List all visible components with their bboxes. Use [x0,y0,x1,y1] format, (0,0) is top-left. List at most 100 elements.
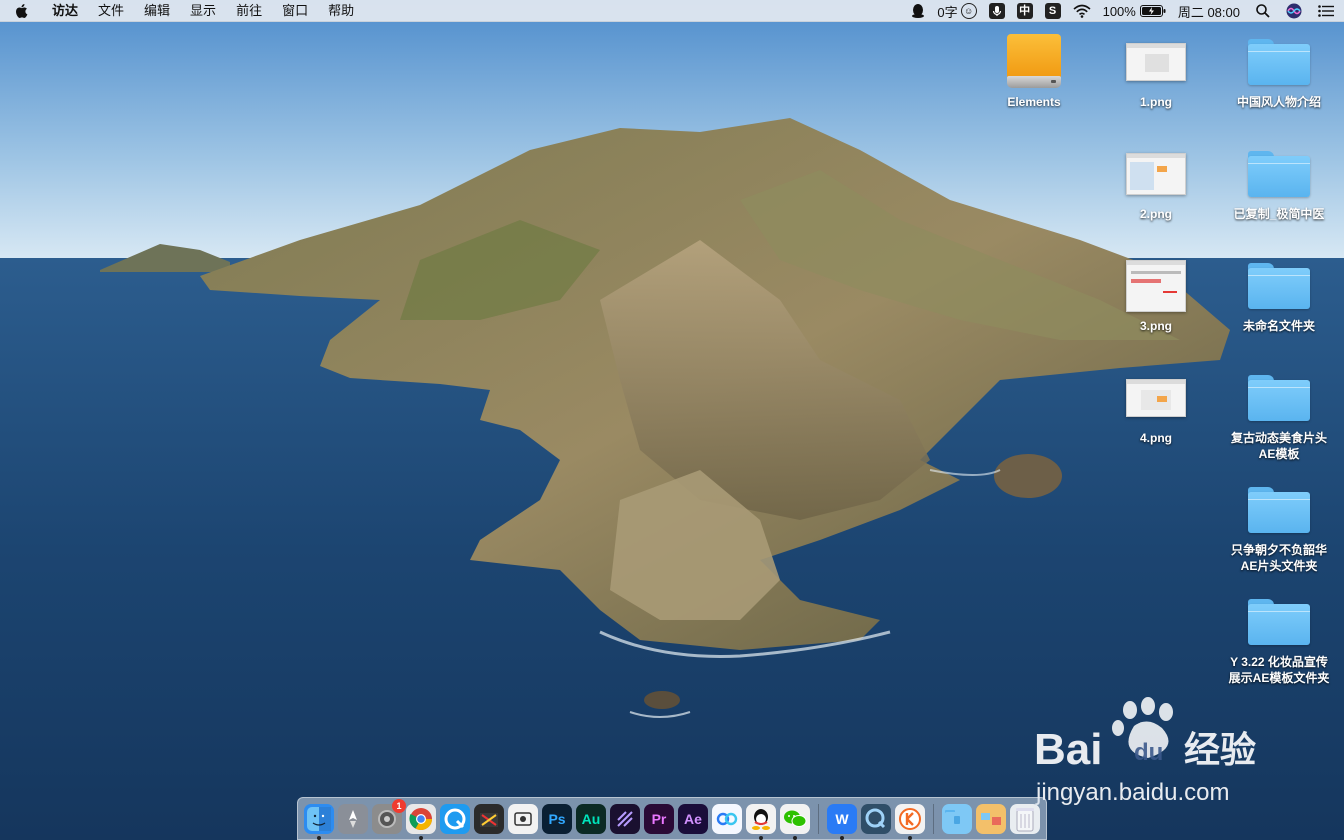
notification-center-button[interactable] [1308,0,1344,22]
chrome-icon [409,807,433,831]
desktop-item-folder-5[interactable]: 只争朝夕不负韶华 AE片头文件夹 [1219,478,1339,574]
search-icon [1256,4,1270,18]
desktop-item-folder-2[interactable]: 已复制_极简中医 [1219,142,1339,222]
voice-status-item[interactable] [983,0,1011,22]
qq-browser-icon [443,807,467,831]
qq-icon [750,807,772,831]
final-cut-pro-icon [477,807,501,831]
menu-finder[interactable]: 访达 [42,0,88,22]
dock-app-downloads-folder[interactable] [942,803,972,834]
image-thumbnail-icon [1126,260,1186,312]
dock-app-qq[interactable] [746,803,776,840]
wechat-icon [783,808,807,830]
wifi-status-item[interactable] [1067,0,1097,22]
list-icon [1318,5,1334,17]
apple-icon [16,3,28,18]
dock-separator [933,803,934,834]
siri-button[interactable] [1280,0,1308,22]
image-thumbnail-icon [1126,43,1186,81]
desktop-item-label: Elements [1007,95,1061,109]
desktop-item-label: 复古动态美食片头 AE模板 [1230,431,1327,461]
dock-app-audition[interactable]: Au [576,803,606,834]
dock-app-launchpad[interactable] [338,803,368,834]
running-indicator [908,835,912,840]
dock-app-wps[interactable]: W [827,803,857,840]
desktop-item-folder-3[interactable]: 未命名文件夹 [1219,254,1339,334]
word-count-text: 0字 [937,4,958,20]
battery-percent: 100% [1102,3,1136,19]
premiere-icon: Pr [651,810,667,827]
wifi-icon [1073,4,1091,18]
folder-icon [1248,151,1310,197]
clock-status[interactable]: 周二 08:00 [1172,0,1246,22]
menu-view[interactable]: 显示 [180,0,226,22]
desktop-item-folder-4[interactable]: 复古动态美食片头 AE模板 [1219,366,1339,462]
desktop-item-1-png[interactable]: 1.png [1096,30,1216,110]
desktop-item-elements-drive[interactable]: Elements [974,30,1094,110]
running-indicator [317,835,321,840]
battery-charging-icon [1139,5,1166,17]
watermark-brand: Bai [1034,725,1102,774]
media-encoder-icon [614,808,636,830]
menu-window[interactable]: 窗口 [272,0,318,22]
menu-file[interactable]: 文件 [88,0,134,22]
desktop-item-4-png[interactable]: 4.png [1096,366,1216,446]
folder-icon [1248,375,1310,421]
dock-app-screenshot[interactable] [508,803,538,834]
dock-app-photos-folder[interactable] [976,803,1006,834]
dock-app-final-cut-pro[interactable] [474,803,504,834]
photoshop-icon: Ps [548,810,566,827]
desktop-item-folder-1[interactable]: 中国风人物介绍 [1219,30,1339,110]
after-effects-icon: Ae [684,810,702,827]
running-indicator [419,835,423,840]
sogou-status-item[interactable]: S [1039,0,1067,22]
desktop-item-label: 只争朝夕不负韶华 AE片头文件夹 [1230,543,1327,573]
watermark-brand-suffix: du [1134,739,1163,766]
dock-app-kuaishou[interactable] [895,803,925,840]
battery-status-item[interactable]: 100% [1097,0,1172,22]
watermark-url: jingyan.baidu.com [1035,779,1229,806]
smiley-icon: ☺ [960,3,977,19]
dock-app-trash[interactable] [1010,803,1040,834]
apple-menu-button[interactable] [0,0,42,22]
kuaishou-icon [898,807,922,831]
photos-folder-icon [977,808,1005,830]
trash-icon [1014,806,1036,832]
dock-app-premiere[interactable]: Pr [644,803,674,834]
dock-app-system-preferences[interactable]: 1 [372,798,406,834]
dock-app-quicktime[interactable] [861,803,891,834]
word-count-status[interactable]: 0字 ☺ [931,0,982,22]
desktop-item-3-png[interactable]: 3.png [1096,254,1216,334]
dock-app-chrome[interactable] [406,803,436,840]
dock-app-wechat[interactable] [780,803,810,840]
dock-separator [818,803,819,834]
microphone-icon [988,3,1005,19]
desktop-item-label: 未命名文件夹 [1242,319,1315,333]
menu-help[interactable]: 帮助 [318,0,364,22]
desktop-item-folder-6[interactable]: Y 3.22 化妆品宣传 展示AE模板文件夹 [1219,590,1339,686]
date-time-text: 周二 08:00 [1177,4,1240,20]
qq-status-item[interactable] [905,0,931,22]
downloads-folder-icon [944,808,970,830]
notification-badge: 1 [392,798,406,813]
dock-app-media-encoder[interactable] [610,803,640,834]
launchpad-icon [342,808,364,830]
dock-app-baidu-netdisk[interactable] [712,803,742,834]
dock-app-photoshop[interactable]: Ps [542,803,572,834]
running-indicator [840,835,844,840]
dock-app-finder[interactable] [304,803,334,840]
spotlight-button[interactable] [1246,0,1280,22]
desktop-item-label: 3.png [1140,319,1172,333]
folder-icon [1248,39,1310,85]
folder-icon [1248,263,1310,309]
dock-app-qq-browser[interactable] [440,803,470,834]
input-method-icon: 中 [1016,3,1033,19]
dock-app-after-effects[interactable]: Ae [678,803,708,834]
desktop-item-label: 1.png [1140,95,1172,109]
menu-edit[interactable]: 编辑 [134,0,180,22]
desktop-item-2-png[interactable]: 2.png [1096,142,1216,222]
desktop-item-label: 4.png [1140,431,1172,445]
audition-icon: Au [581,810,601,827]
menu-go[interactable]: 前往 [226,0,272,22]
input-method-status[interactable]: 中 [1011,0,1039,22]
